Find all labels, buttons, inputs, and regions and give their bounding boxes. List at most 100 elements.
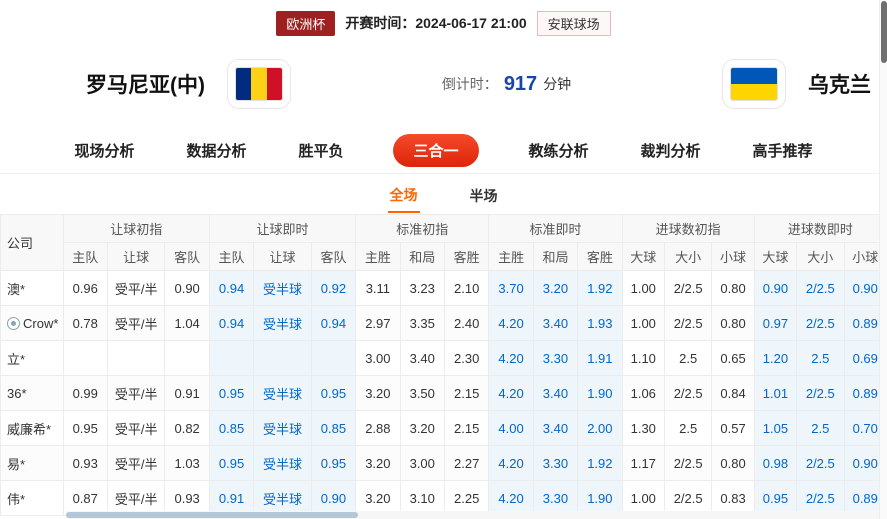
odds-cell-standard-live-0[interactable]: 4.20 xyxy=(488,445,534,481)
odds-cell-standard-live-1[interactable]: 3.30 xyxy=(532,340,579,376)
odds-cell-handicap-initial-0 xyxy=(62,340,108,376)
nav-tab-data-analysis[interactable]: 数据分析 xyxy=(184,134,248,167)
odds-cell-standard-live-0[interactable]: 4.20 xyxy=(488,305,534,341)
subnav-tab-half-match[interactable]: 半场 xyxy=(468,176,500,212)
odds-cell-handicap-initial-2: 1.03 xyxy=(164,445,210,481)
odds-cell-handicap-live-2[interactable]: 0.94 xyxy=(310,305,357,341)
sub-header-standard-live-1: 和局 xyxy=(532,242,579,271)
company-name: 36* xyxy=(7,385,27,401)
odds-cell-handicap-live-1[interactable]: 受半球 xyxy=(253,270,312,306)
nav-tab-referee-analysis[interactable]: 裁判分析 xyxy=(639,134,703,167)
odds-cell-standard-live-2[interactable]: 1.90 xyxy=(577,375,623,411)
odds-cell-handicap-live-1[interactable]: 受半球 xyxy=(253,445,312,481)
nav-tab-win-draw-lose[interactable]: 胜平负 xyxy=(296,134,345,167)
odds-cell-handicap-initial-0: 0.78 xyxy=(62,305,108,341)
odds-cell-standard-live-0[interactable]: 4.20 xyxy=(488,375,534,411)
odds-cell-goals-live-1[interactable]: 2/2.5 xyxy=(796,375,845,411)
odds-cell-standard-initial-2: 2.40 xyxy=(443,305,490,341)
odds-cell-handicap-live-0[interactable]: 0.94 xyxy=(208,270,255,306)
group-header-standard-live: 标准即时 xyxy=(488,214,623,243)
odds-cell-handicap-live-0[interactable]: 0.95 xyxy=(208,375,255,411)
company-cell: Crow* xyxy=(0,305,64,341)
odds-cell-handicap-initial-1: 受平/半 xyxy=(106,305,166,341)
countdown-label: 倒计时： xyxy=(441,76,498,92)
horizontal-scrollbar[interactable] xyxy=(66,511,879,519)
odds-cell-standard-live-2[interactable]: 1.92 xyxy=(577,445,623,481)
nav-tab-expert-picks[interactable]: 高手推荐 xyxy=(751,134,815,167)
nav-tabs: 现场分析 数据分析 胜平负 三合一 教练分析 裁判分析 高手推荐 xyxy=(0,128,887,174)
company-name: 澳* xyxy=(7,281,26,297)
odds-cell-goals-initial-2: 0.80 xyxy=(711,445,755,481)
odds-cell-handicap-live-0[interactable]: 0.95 xyxy=(208,445,255,481)
sub-header-standard-live-0: 主胜 xyxy=(488,242,534,271)
odds-cell-goals-live-0[interactable]: 1.05 xyxy=(753,410,798,446)
odds-cell-handicap-live-2[interactable]: 0.85 xyxy=(310,410,357,446)
odds-cell-standard-live-2[interactable]: 1.91 xyxy=(577,340,623,376)
subnav-tab-full-match[interactable]: 全场 xyxy=(387,175,420,213)
group-header-handicap-live: 让球即时 xyxy=(208,214,357,243)
nav-tab-three-in-one[interactable]: 三合一 xyxy=(393,134,479,167)
odds-cell-handicap-initial-1: 受平/半 xyxy=(106,410,166,446)
odds-cell-handicap-initial-0: 0.96 xyxy=(62,270,108,306)
odds-cell-standard-live-1[interactable]: 3.40 xyxy=(532,410,579,446)
odds-cell-standard-live-0[interactable]: 4.20 xyxy=(488,340,534,376)
ukraine-flag-badge xyxy=(722,59,786,109)
odds-cell-handicap-live-1[interactable]: 受半球 xyxy=(253,375,312,411)
sub-header-standard-live-2: 客胜 xyxy=(577,242,623,271)
odds-cell-handicap-live-0[interactable]: 0.94 xyxy=(208,305,255,341)
company-name: 伟* xyxy=(7,491,26,507)
odds-cell-standard-live-0[interactable]: 4.00 xyxy=(488,410,534,446)
odds-cell-handicap-live-2[interactable]: 0.92 xyxy=(310,270,357,306)
odds-row-1: Crow* 0.78 受平/半 1.04 0.94 受半球 0.94 2.97 3.35 2.40… xyxy=(0,305,887,341)
odds-cell-handicap-live-0[interactable] xyxy=(208,340,255,376)
odds-cell-handicap-live-1[interactable] xyxy=(253,340,312,376)
odds-cell-goals-initial-1: 2.5 xyxy=(663,340,713,376)
odds-cell-standard-live-1[interactable]: 3.30 xyxy=(532,445,579,481)
odds-cell-goals-live-1[interactable]: 2.5 xyxy=(796,410,845,446)
odds-cell-handicap-live-2[interactable]: 0.95 xyxy=(310,445,357,481)
nav-tab-coach-analysis[interactable]: 教练分析 xyxy=(527,134,591,167)
countdown-unit: 分钟 xyxy=(543,76,572,92)
odds-cell-goals-live-1[interactable]: 2/2.5 xyxy=(796,445,845,481)
odds-cell-standard-live-1[interactable]: 3.40 xyxy=(532,375,579,411)
odds-cell-goals-live-1[interactable]: 2/2.5 xyxy=(796,305,845,341)
odds-cell-handicap-live-2[interactable] xyxy=(310,340,357,376)
odds-cell-standard-live-0[interactable]: 3.70 xyxy=(488,270,534,306)
away-team: 乌克兰 xyxy=(722,59,871,109)
odds-cell-handicap-live-1[interactable]: 受半球 xyxy=(253,410,312,446)
odds-cell-goals-live-0[interactable]: 1.20 xyxy=(753,340,798,376)
company-name: Crow* xyxy=(23,315,59,331)
odds-cell-standard-initial-1: 3.20 xyxy=(399,410,445,446)
odds-cell-goals-live-1[interactable]: 2/2.5 xyxy=(796,270,845,306)
odds-table: 公司 让球初指 让球即时 标准初指 标准即时 进球数初指 进球数即时 主队 让球 客队 主队 让球 客队… xyxy=(0,214,887,516)
odds-cell-standard-live-2[interactable]: 1.93 xyxy=(577,305,623,341)
odds-cell-standard-initial-1: 3.50 xyxy=(399,375,445,411)
nav-tab-live-analysis[interactable]: 现场分析 xyxy=(72,134,136,167)
odds-cell-standard-live-2[interactable]: 1.92 xyxy=(577,270,623,306)
vertical-scrollbar[interactable] xyxy=(879,0,887,519)
odds-cell-handicap-live-2[interactable]: 0.95 xyxy=(310,375,357,411)
horizontal-scrollbar-thumb[interactable] xyxy=(66,512,358,518)
ukraine-flag-icon xyxy=(730,67,778,101)
odds-cell-goals-live-0[interactable]: 0.98 xyxy=(753,445,798,481)
odds-cell-goals-live-1[interactable]: 2.5 xyxy=(796,340,845,376)
odds-cell-goals-live-0[interactable]: 0.90 xyxy=(753,270,798,306)
odds-cell-handicap-initial-1: 受平/半 xyxy=(106,270,166,306)
odds-cell-handicap-live-0[interactable]: 0.85 xyxy=(208,410,255,446)
odds-cell-handicap-initial-2: 1.04 xyxy=(164,305,210,341)
odds-cell-handicap-initial-2 xyxy=(164,340,210,376)
odds-cell-standard-live-1[interactable]: 3.20 xyxy=(532,270,579,306)
top-bar: 欧洲杯 开赛时间：2024-06-17 21:00 安联球场 xyxy=(0,0,887,40)
odds-cell-standard-live-1[interactable]: 3.40 xyxy=(532,305,579,341)
odds-cell-goals-live-0[interactable]: 1.01 xyxy=(753,375,798,411)
odds-cell-standard-initial-2: 2.15 xyxy=(443,375,490,411)
odds-cell-handicap-initial-0: 0.93 xyxy=(62,445,108,481)
odds-cell-handicap-live-1[interactable]: 受半球 xyxy=(253,305,312,341)
odds-cell-goals-live-0[interactable]: 0.97 xyxy=(753,305,798,341)
odds-cell-goals-initial-0: 1.00 xyxy=(621,305,665,341)
odds-cell-standard-initial-0: 2.97 xyxy=(355,305,401,341)
vertical-scrollbar-thumb[interactable] xyxy=(881,1,887,63)
odds-cell-standard-live-2[interactable]: 2.00 xyxy=(577,410,623,446)
company-name: 易* xyxy=(7,456,26,472)
subnav-tabs: 全场 半场 xyxy=(0,174,887,214)
